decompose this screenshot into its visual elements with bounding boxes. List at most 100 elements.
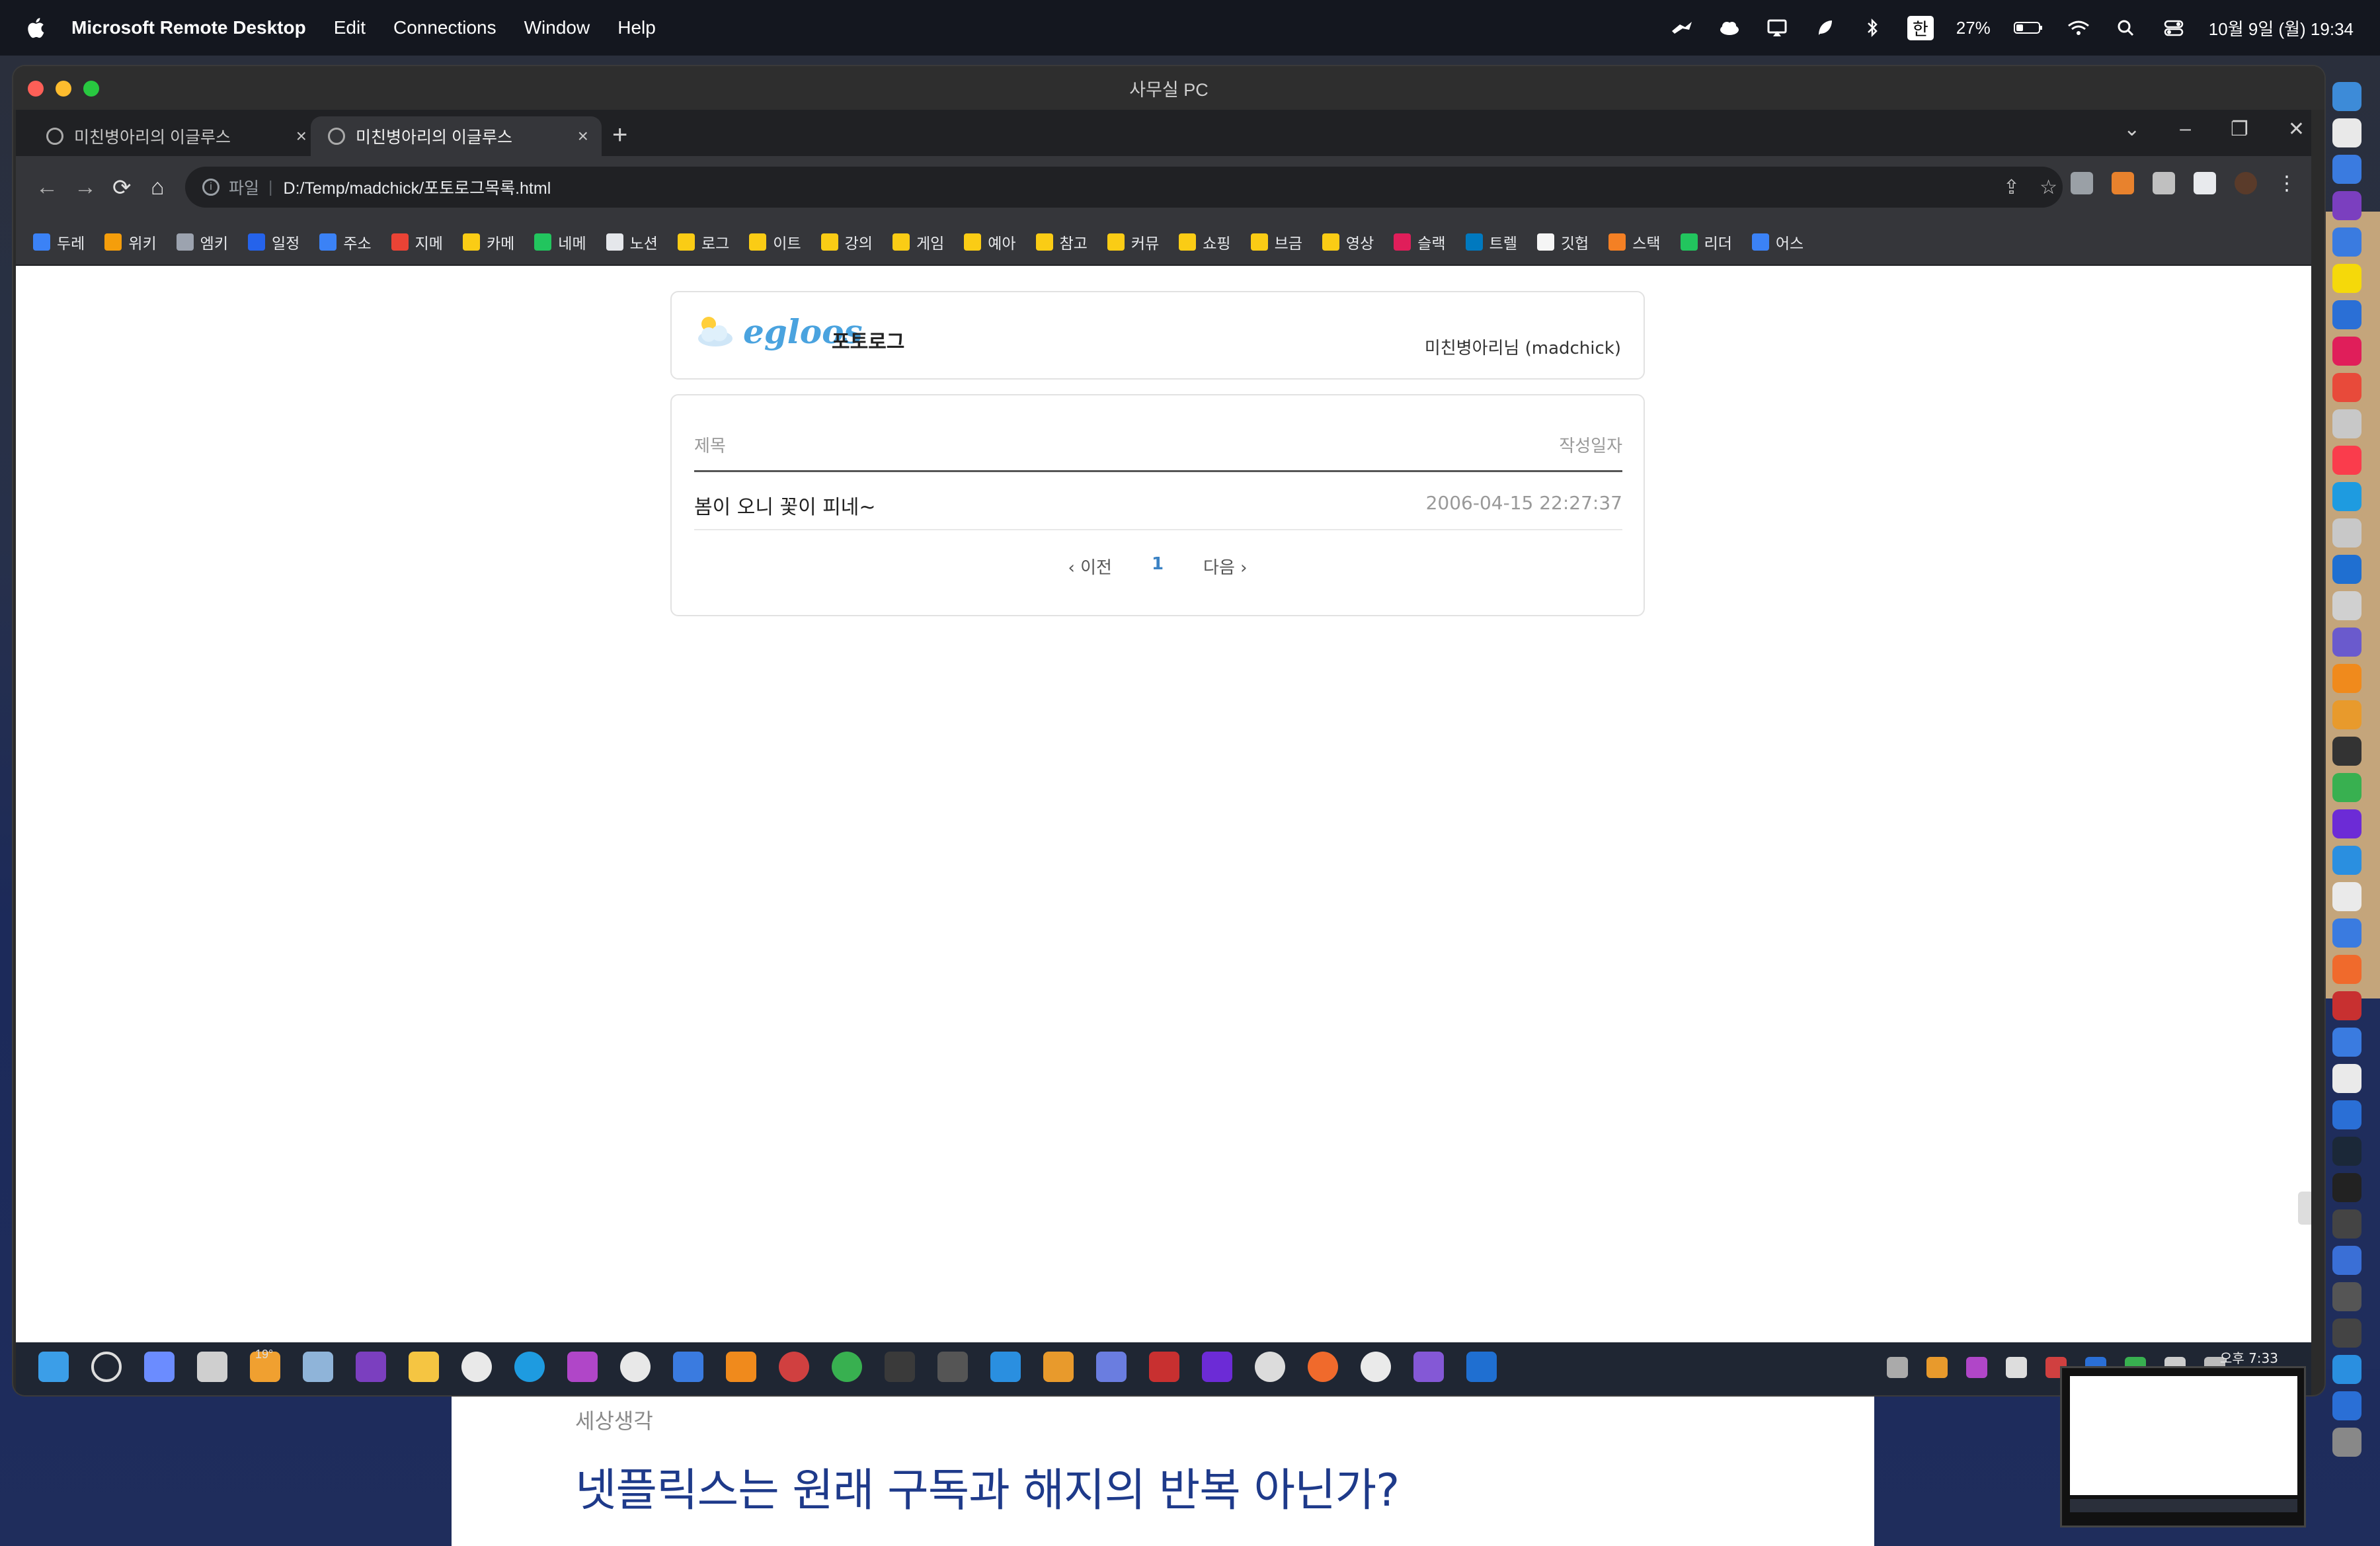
dock-app-icon[interactable] (2332, 191, 2361, 220)
dock-app-icon[interactable] (2332, 482, 2361, 511)
dock-app-icon[interactable] (2332, 1282, 2361, 1311)
side-panel-icon[interactable] (2194, 172, 2216, 194)
table-row[interactable]: 봄이 오니 꽃이 피네~ 2006-04-15 22:27:37 (694, 472, 1622, 530)
file-explorer-icon[interactable] (409, 1352, 439, 1382)
app-name-menu[interactable]: Microsoft Remote Desktop (71, 17, 306, 38)
dock-app-icon[interactable] (2332, 337, 2361, 366)
dock-app-icon[interactable] (2332, 518, 2361, 548)
home-icon[interactable]: ⌂ (151, 175, 165, 200)
profile-avatar[interactable] (2235, 172, 2257, 194)
bookmark-star-icon[interactable]: ☆ (2040, 176, 2057, 199)
github-desktop-icon[interactable] (1255, 1352, 1285, 1382)
camera-extension-icon[interactable] (2071, 172, 2093, 194)
bookmark-item[interactable]: 깃헙 (1536, 231, 1589, 253)
close-tab-icon[interactable]: × (578, 126, 588, 147)
dock-app-icon[interactable] (2332, 227, 2361, 257)
bookmark-item[interactable]: 브금 (1250, 231, 1302, 253)
dock-app-icon[interactable] (2332, 1428, 2361, 1457)
browser-tab[interactable]: 미친병아리의 이글루스 × (29, 116, 320, 156)
dock-app-icon[interactable] (2332, 882, 2361, 911)
picpick-icon[interactable] (567, 1352, 598, 1382)
chrome-icon[interactable] (461, 1352, 492, 1382)
dock-app-icon[interactable] (2332, 773, 2361, 802)
menu-edit[interactable]: Edit (334, 17, 366, 38)
control-center-icon[interactable] (2161, 18, 2186, 38)
onenote-icon[interactable] (356, 1352, 386, 1382)
background-blog-title[interactable]: 넷플릭스는 원래 구독과 해지의 반복 아닌가? (575, 1453, 1400, 1519)
remote-desktop-titlebar[interactable]: 사무실 PC (13, 66, 2324, 110)
tray-remote-icon[interactable] (1887, 1357, 1908, 1378)
dock-app-icon[interactable] (2332, 846, 2361, 875)
post-title-link[interactable]: 봄이 오니 꽃이 피네~ (694, 491, 876, 520)
wifi-icon[interactable] (2066, 18, 2091, 38)
sync-icon[interactable] (832, 1352, 862, 1382)
taskbar-clock[interactable]: 오후 7:33 (2220, 1348, 2278, 1367)
dock-app-icon[interactable] (2332, 664, 2361, 693)
bookmark-item[interactable]: 일정 (247, 231, 299, 253)
bookmark-item[interactable]: 스택 (1608, 231, 1661, 253)
restore-icon[interactable]: ❐ (2231, 118, 2248, 141)
screen-mirroring-icon[interactable] (1765, 18, 1790, 38)
input-method-indicator[interactable]: 한 (1907, 15, 1934, 40)
dock-app-icon[interactable] (2332, 373, 2361, 402)
dock-app-icon[interactable] (2332, 1355, 2361, 1384)
address-url[interactable]: D:/Temp/madchick/포토로그목록.html (284, 175, 551, 199)
close-icon[interactable]: ✕ (2288, 118, 2305, 141)
bookmark-item[interactable]: 어스 (1751, 231, 1804, 253)
dock-app-icon[interactable] (2332, 82, 2361, 111)
menu-help[interactable]: Help (617, 17, 656, 38)
dock-app-icon[interactable] (2332, 737, 2361, 766)
tab-search-chevron-icon[interactable]: ⌄ (2123, 118, 2140, 141)
dock-app-icon[interactable] (2332, 809, 2361, 838)
dock-app-icon[interactable] (2332, 555, 2361, 584)
menu-bar-clock[interactable]: 10월 9일 (월) 19:34 (2209, 16, 2354, 40)
forward-arrow-icon[interactable]: → (74, 175, 97, 200)
dock-app-icon[interactable] (2332, 409, 2361, 438)
dock-app-icon[interactable] (2332, 1028, 2361, 1057)
dock-app-icon[interactable] (2332, 955, 2361, 984)
reload-icon[interactable]: ⟳ (112, 175, 132, 201)
bookmark-item[interactable]: 영상 (1322, 231, 1374, 253)
search-icon[interactable] (91, 1352, 122, 1382)
bookmark-item[interactable]: 쇼핑 (1179, 231, 1231, 253)
bookmark-item[interactable]: 슬랙 (1394, 231, 1446, 253)
windows-start-icon[interactable] (38, 1352, 69, 1382)
app-store-icon[interactable] (1361, 1352, 1391, 1382)
share-icon[interactable]: ⇪ (2003, 176, 2020, 199)
apple-icon[interactable] (25, 16, 45, 40)
menu-connections[interactable]: Connections (393, 17, 496, 38)
address-bar[interactable]: i 파일 | D:/Temp/madchick/포토로그목록.html (185, 167, 2063, 208)
dock-app-icon[interactable] (2332, 918, 2361, 948)
screenshot-thumbnail[interactable] (2060, 1366, 2306, 1527)
bookmark-item[interactable]: 참고 (1035, 231, 1088, 253)
dock-app-icon[interactable] (2332, 446, 2361, 475)
back-arrow-icon[interactable]: ← (36, 175, 58, 200)
bookmark-item[interactable]: 로그 (677, 231, 729, 253)
task-view-icon[interactable] (197, 1352, 227, 1382)
next-page-button[interactable]: 다음 › (1203, 554, 1248, 579)
bookmark-item[interactable]: 리더 (1680, 231, 1732, 253)
vscode-icon[interactable] (990, 1352, 1021, 1382)
dock-app-icon[interactable] (2332, 991, 2361, 1020)
close-tab-icon[interactable]: × (296, 126, 307, 147)
bluetooth-icon[interactable] (1860, 18, 1885, 38)
bookmark-item[interactable]: 커뮤 (1107, 231, 1159, 253)
bookmark-item[interactable]: 강의 (820, 231, 873, 253)
more-menu-icon[interactable]: ⋮ (2276, 172, 2298, 194)
postman-icon[interactable] (1308, 1352, 1338, 1382)
widgets-icon[interactable] (144, 1352, 175, 1382)
bookmark-item[interactable]: 주소 (319, 231, 372, 253)
outlook-icon[interactable] (1466, 1352, 1497, 1382)
dock-app-icon[interactable] (2332, 1391, 2361, 1420)
current-page-number[interactable]: 1 (1152, 554, 1164, 579)
close-window-button[interactable] (28, 81, 44, 97)
dock-app-icon[interactable] (2332, 1173, 2361, 1202)
site-info-icon[interactable]: i (202, 179, 219, 196)
dock-app-icon[interactable] (2332, 155, 2361, 184)
slack-icon[interactable] (620, 1352, 651, 1382)
dock-app-icon[interactable] (2332, 1209, 2361, 1239)
network-icon[interactable] (1096, 1352, 1127, 1382)
dock-app-icon[interactable] (2332, 591, 2361, 620)
leaf-icon[interactable] (1812, 18, 1837, 38)
dock-app-icon[interactable] (2332, 300, 2361, 329)
